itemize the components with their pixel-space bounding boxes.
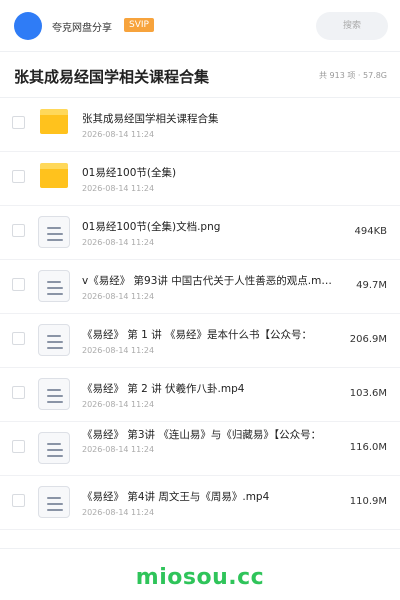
- item-date: 2026-08-14 11:24: [82, 238, 155, 247]
- item-size: 206.9M: [349, 334, 387, 345]
- folder-header: 张其成易经国学相关课程合集 共 913 项 · 57.8G: [0, 52, 400, 98]
- svip-badge: SVIP: [124, 18, 154, 32]
- folder-icon: [40, 109, 68, 134]
- item-size: 116.0M: [349, 442, 387, 453]
- select-checkbox[interactable]: [12, 224, 25, 237]
- page-title: 张其成易经国学相关课程合集: [14, 68, 210, 86]
- item-date: 2026-08-14 11:24: [82, 346, 155, 355]
- list-item[interactable]: 《易经》 第 2 讲 伏羲作八卦.mp4 2026-08-14 11:24 103.…: [0, 368, 400, 422]
- item-name: 01易经100节(全集): [82, 167, 177, 179]
- select-checkbox[interactable]: [12, 440, 25, 453]
- folder-icon: [40, 163, 68, 188]
- search-button[interactable]: 搜索: [316, 12, 388, 40]
- list-item[interactable]: 《易经》 第 1 讲 《易经》是本什么书【公众号： 2026-08-14 11:2…: [0, 314, 400, 368]
- list-item[interactable]: 《易经》 第3讲 《连山易》与《归藏易》【公众号： 2026-08-14 11:2…: [0, 422, 400, 476]
- item-size: 110.9M: [349, 496, 387, 507]
- select-checkbox[interactable]: [12, 170, 25, 183]
- select-checkbox[interactable]: [12, 494, 25, 507]
- file-icon: [38, 432, 70, 464]
- file-icon: [38, 324, 70, 356]
- list-item[interactable]: 01易经100节(全集)文档.png 2026-08-14 11:24 494KB: [0, 206, 400, 260]
- item-date: 2026-08-14 11:24: [82, 130, 155, 139]
- watermark: miosou.cc: [135, 565, 265, 590]
- item-date: 2026-08-14 11:24: [82, 508, 155, 517]
- list-item[interactable]: v《易经》 第93讲 中国古代关于人性善恶的观点.mp4 2026-08-14 1…: [0, 260, 400, 314]
- top-bar: 夸克网盘分享 SVIP 搜索: [0, 0, 400, 52]
- file-icon: [38, 486, 70, 518]
- item-name: 01易经100节(全集)文档.png: [82, 221, 221, 233]
- file-icon: [38, 378, 70, 410]
- item-name: 《易经》 第4讲 周文王与《周易》.mp4: [82, 491, 270, 503]
- list-item[interactable]: 张其成易经国学相关课程合集 2026-08-14 11:24: [0, 98, 400, 152]
- item-name: 张其成易经国学相关课程合集: [82, 113, 219, 125]
- file-list: 张其成易经国学相关课程合集 2026-08-14 11:24 01易经100节(全集…: [0, 98, 400, 530]
- item-size: 103.6M: [349, 388, 387, 399]
- list-item[interactable]: 01易经100节(全集) 2026-08-14 11:24: [0, 152, 400, 206]
- avatar[interactable]: [14, 12, 42, 40]
- item-name: 《易经》 第 2 讲 伏羲作八卦.mp4: [82, 383, 245, 395]
- item-name: 《易经》 第 1 讲 《易经》是本什么书【公众号：: [82, 329, 313, 341]
- list-item[interactable]: 《易经》 第4讲 周文王与《周易》.mp4 2026-08-14 11:24 110…: [0, 476, 400, 530]
- file-icon: [38, 216, 70, 248]
- item-date: 2026-08-14 11:24: [82, 292, 155, 301]
- item-date: 2026-08-14 11:24: [82, 400, 155, 409]
- site-name: 夸克网盘分享: [52, 23, 112, 34]
- select-checkbox[interactable]: [12, 386, 25, 399]
- select-checkbox[interactable]: [12, 278, 25, 291]
- footer: miosou.cc: [0, 548, 400, 600]
- item-name: 《易经》 第3讲 《连山易》与《归藏易》【公众号：: [82, 429, 322, 441]
- item-summary: 共 913 项 · 57.8G: [319, 71, 387, 80]
- item-date: 2026-08-14 11:24: [82, 445, 155, 454]
- item-name: v《易经》 第93讲 中国古代关于人性善恶的观点.mp4: [82, 275, 332, 287]
- select-checkbox[interactable]: [12, 332, 25, 345]
- item-date: 2026-08-14 11:24: [82, 184, 155, 193]
- item-size: 494KB: [354, 226, 387, 237]
- select-checkbox[interactable]: [12, 116, 25, 129]
- item-size: 49.7M: [356, 280, 387, 291]
- file-icon: [38, 270, 70, 302]
